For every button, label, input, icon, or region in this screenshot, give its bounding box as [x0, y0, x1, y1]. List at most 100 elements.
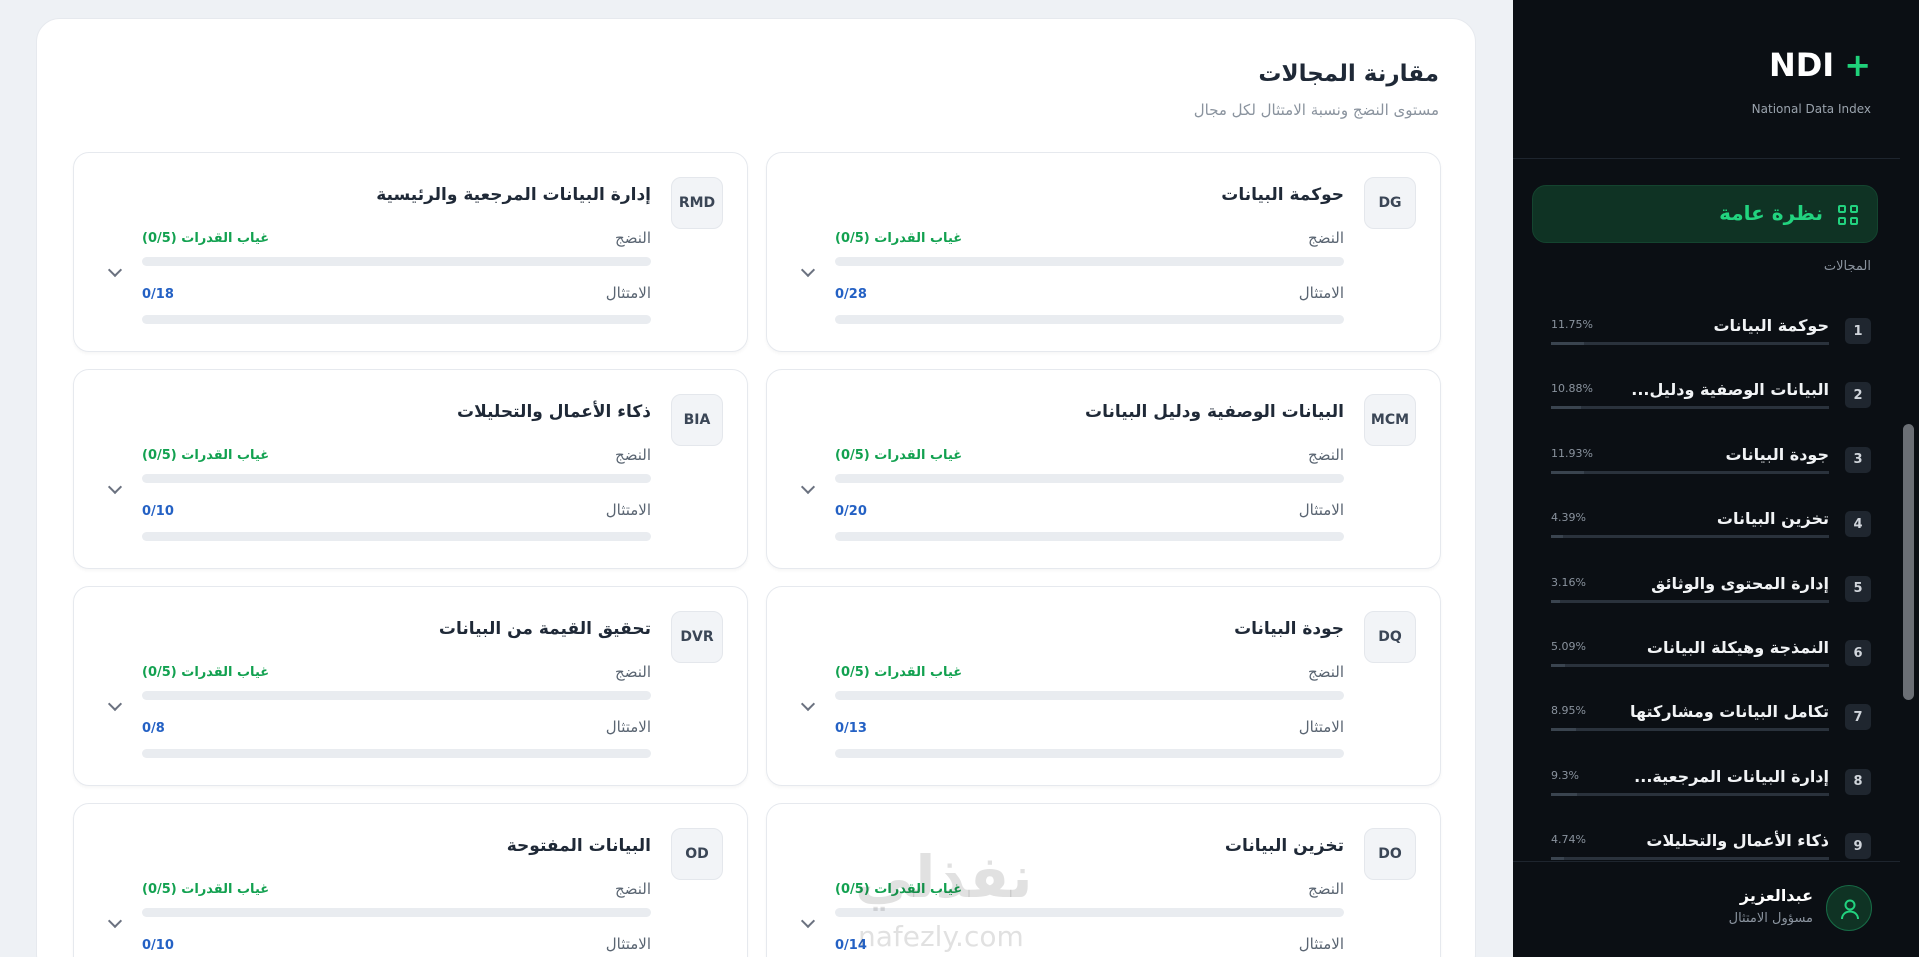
- watermark-url: nafezly.com: [858, 920, 1024, 953]
- domain-code-badge: DG: [1364, 177, 1416, 229]
- compliance-label: الامتثال: [1298, 718, 1344, 736]
- maturity-label: النضج: [1308, 229, 1344, 247]
- domain-name: ذكاء الأعمال والتحليلات: [1646, 831, 1829, 851]
- chevron-down-icon[interactable]: [801, 482, 815, 496]
- sidebar-domain-item[interactable]: 3 جودة البيانات 11.93%: [1551, 435, 1871, 491]
- domain-weight: 10.88%: [1551, 382, 1593, 396]
- chevron-down-icon[interactable]: [108, 916, 122, 930]
- sidebar-domain-item[interactable]: 6 النمذجة وهيكلة البيانات 5.09%: [1551, 628, 1871, 684]
- domain-comparison-panel: مقارنة المجالات مستوى النضج ونسبة الامتث…: [36, 18, 1476, 957]
- domain-weight-bar: [1551, 470, 1829, 474]
- maturity-label: النضج: [1308, 446, 1344, 464]
- compliance-progress-bar: [142, 532, 651, 541]
- compliance-label: الامتثال: [605, 935, 651, 953]
- domain-weight-bar: [1551, 857, 1829, 861]
- domain-name: النمذجة وهيكلة البيانات: [1646, 638, 1829, 657]
- domain-card-title: تحقيق القيمة من البيانات: [438, 619, 651, 639]
- chevron-down-icon[interactable]: [801, 699, 815, 713]
- maturity-progress-bar: [835, 257, 1344, 266]
- maturity-progress-bar: [142, 257, 651, 266]
- maturity-progress-bar: [835, 474, 1344, 483]
- domain-number: 6: [1845, 640, 1871, 666]
- compliance-progress-bar: [142, 749, 651, 758]
- compliance-value: 0/13: [835, 721, 867, 736]
- domain-weight: 11.93%: [1551, 446, 1593, 460]
- compliance-value: 0/18: [142, 287, 174, 302]
- compliance-value: 0/10: [142, 938, 174, 953]
- maturity-value: غياب القدرات (0/5): [142, 665, 270, 680]
- domain-weight: 4.74%: [1551, 833, 1586, 847]
- chevron-down-icon[interactable]: [108, 265, 122, 279]
- sidebar-domain-item[interactable]: 5 إدارة المحتوى والوثائق 3.16%: [1551, 564, 1871, 620]
- sidebar: NDI + National Data Index نظرة عامة المجا…: [1513, 0, 1919, 957]
- maturity-label: النضج: [615, 663, 651, 681]
- logo-subtitle: National Data Index: [1751, 102, 1871, 116]
- domain-weight-bar: [1551, 599, 1829, 603]
- logo-text: NDI: [1768, 46, 1835, 84]
- sidebar-domain-item[interactable]: 9 ذكاء الأعمال والتحليلات 4.74%: [1551, 821, 1871, 877]
- page-subtitle: مستوى النضج ونسبة الامتثال لكل مجال: [1193, 101, 1439, 119]
- maturity-label: النضج: [1308, 663, 1344, 681]
- plus-icon: +: [1844, 46, 1871, 84]
- compliance-label: الامتثال: [1298, 501, 1344, 519]
- nav-overview-label: نظرة عامة: [1719, 201, 1823, 225]
- maturity-progress-bar: [142, 474, 651, 483]
- domain-card[interactable]: DG حوكمة البيانات النضج غياب القدرات (0/…: [766, 152, 1441, 352]
- domain-card-title: إدارة البيانات المرجعية والرئيسية: [376, 185, 651, 205]
- scrollbar-thumb[interactable]: [1903, 424, 1914, 700]
- domain-card-title: حوكمة البيانات: [1221, 185, 1344, 205]
- domain-name: حوكمة البيانات: [1713, 316, 1829, 335]
- domain-name: تخزين البيانات: [1716, 509, 1829, 529]
- maturity-value: غياب القدرات (0/5): [835, 448, 963, 463]
- compliance-progress-bar: [835, 315, 1344, 324]
- compliance-label: الامتثال: [605, 718, 651, 736]
- domain-code-badge: OD: [671, 828, 723, 880]
- domain-card[interactable]: DVR تحقيق القيمة من البيانات النضج غياب …: [73, 586, 748, 786]
- domain-card[interactable]: RMD إدارة البيانات المرجعية والرئيسية ال…: [73, 152, 748, 352]
- sidebar-domain-item[interactable]: 2 البيانات الوصفية ودليل... 10.88%: [1551, 370, 1871, 426]
- domain-name: إدارة البيانات المرجعية...: [1634, 766, 1829, 786]
- domain-card-title: البيانات الوصفية ودليل البيانات: [1085, 402, 1344, 422]
- compliance-label: الامتثال: [605, 284, 651, 302]
- domain-weight-bar: [1551, 342, 1829, 345]
- user-role: مسؤول الامتثال: [1728, 911, 1813, 926]
- section-label-domains: المجالات: [1823, 259, 1871, 274]
- chevron-down-icon[interactable]: [801, 265, 815, 279]
- maturity-progress-bar: [142, 908, 651, 917]
- domain-code-badge: DVR: [671, 611, 723, 663]
- domain-card[interactable]: MCM البيانات الوصفية ودليل البيانات النض…: [766, 369, 1441, 569]
- domain-code-badge: DO: [1364, 828, 1416, 880]
- domain-number: 3: [1845, 446, 1871, 473]
- compliance-label: الامتثال: [605, 501, 651, 519]
- compliance-progress-bar: [142, 315, 651, 324]
- user-name: عبدالعزيز: [1739, 886, 1813, 905]
- maturity-value: غياب القدرات (0/5): [835, 231, 963, 246]
- domain-card[interactable]: BIA ذكاء الأعمال والتحليلات النضج غياب ا…: [73, 369, 748, 569]
- sidebar-domain-item[interactable]: 7 تكامل البيانات ومشاركتها 8.95%: [1551, 692, 1871, 748]
- compliance-value: 0/10: [142, 504, 174, 519]
- domain-card-title: تخزين البيانات: [1224, 836, 1344, 856]
- divider: [1513, 861, 1900, 862]
- maturity-label: النضج: [615, 880, 651, 898]
- compliance-progress-bar: [835, 532, 1344, 541]
- domain-code-badge: RMD: [671, 177, 723, 229]
- domain-weight-bar: [1551, 792, 1829, 796]
- sidebar-domain-item[interactable]: 1 حوكمة البيانات 11.75%: [1551, 306, 1871, 362]
- chevron-down-icon[interactable]: [801, 916, 815, 930]
- app-logo[interactable]: NDI +: [1769, 46, 1871, 84]
- sidebar-domain-item[interactable]: 4 تخزين البيانات 4.39%: [1551, 499, 1871, 555]
- user-icon: [1841, 899, 1859, 920]
- page-title: مقارنة المجالات: [1258, 61, 1439, 87]
- domain-card[interactable]: DQ جودة البيانات النضج غياب القدرات (0/5…: [766, 586, 1441, 786]
- divider: [1513, 158, 1919, 159]
- domain-code-badge: BIA: [671, 394, 723, 446]
- nav-overview[interactable]: نظرة عامة: [1532, 185, 1878, 243]
- compliance-label: الامتثال: [1298, 284, 1344, 302]
- compliance-value: 0/28: [835, 287, 867, 302]
- chevron-down-icon[interactable]: [108, 482, 122, 496]
- domain-card[interactable]: OD البيانات المفتوحة النضج غياب القدرات …: [73, 803, 748, 957]
- sidebar-domain-item[interactable]: 8 إدارة البيانات المرجعية... 9.3%: [1551, 757, 1871, 813]
- chevron-down-icon[interactable]: [108, 699, 122, 713]
- compliance-value: 0/8: [142, 721, 165, 736]
- avatar[interactable]: [1826, 885, 1872, 931]
